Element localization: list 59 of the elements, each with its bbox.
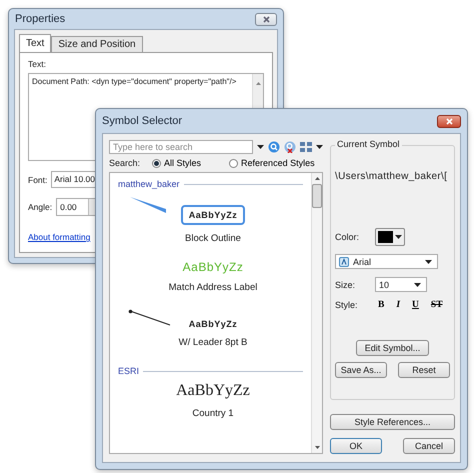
save-as-button[interactable]: Save As... xyxy=(335,362,387,378)
color-label: Color: xyxy=(335,232,360,242)
dropdown-caret-icon[interactable] xyxy=(425,260,432,264)
dropdown-caret-icon[interactable] xyxy=(257,145,264,149)
clear-search-icon[interactable] xyxy=(284,141,296,153)
font-dropdown[interactable]: Arial xyxy=(335,254,438,269)
scope-radio[interactable]: Referenced Styles xyxy=(229,158,315,168)
size-label: Size: xyxy=(335,280,356,290)
style-label: Style: xyxy=(335,300,359,310)
close-button[interactable] xyxy=(437,114,461,128)
scope-radio[interactable]: All Styles xyxy=(152,158,202,168)
close-icon xyxy=(446,118,452,124)
symbol-sample: AaBbYyZz xyxy=(176,382,250,400)
symbol-name: Country 1 xyxy=(192,408,234,419)
close-icon xyxy=(262,16,270,22)
style-references-button[interactable]: Style References... xyxy=(330,414,455,430)
search-field[interactable]: Type here to search xyxy=(109,140,253,154)
text-style-button[interactable]: B xyxy=(375,300,388,310)
symbol-name: W/ Leader 8pt B xyxy=(178,337,248,348)
dropdown-caret-icon[interactable] xyxy=(316,145,323,149)
edit-symbol-button[interactable]: Edit Symbol... xyxy=(356,340,430,356)
reset-button[interactable]: Reset xyxy=(398,362,450,378)
close-button[interactable] xyxy=(255,12,277,26)
size-dropdown[interactable]: 10 xyxy=(375,277,427,292)
font-type-icon xyxy=(339,256,349,266)
symbol-name: Match Address Label xyxy=(168,282,258,293)
scroll-up-icon[interactable] xyxy=(256,82,260,85)
scroll-thumb[interactable] xyxy=(312,184,322,208)
symbol-sample: AaBbYyZz xyxy=(188,319,238,329)
scroll-down-icon[interactable] xyxy=(314,446,320,449)
symbol-name: Block Outline xyxy=(185,233,241,244)
color-picker[interactable] xyxy=(375,228,405,246)
window-title: Symbol Selector xyxy=(102,115,182,127)
tab[interactable]: Text xyxy=(19,34,52,52)
text-style-button[interactable]: ST xyxy=(428,300,446,310)
group-heading: Current Symbol xyxy=(335,139,402,149)
symbol-sample: AaBbYyZz xyxy=(182,260,244,274)
dropdown-caret-icon[interactable] xyxy=(414,282,421,286)
cancel-button[interactable]: Cancel xyxy=(403,438,455,454)
leader-line xyxy=(128,309,172,327)
ok-button[interactable]: OK xyxy=(330,438,382,454)
angle-label: Angle: xyxy=(28,202,52,212)
font-label: Font: xyxy=(28,174,48,184)
dropdown-caret-icon[interactable] xyxy=(395,235,402,239)
search-label: Search: xyxy=(109,158,140,168)
symbol-sample: AaBbYyZz xyxy=(180,205,246,225)
text-style-button[interactable]: I xyxy=(393,300,404,310)
view-grid-icon[interactable] xyxy=(300,142,312,152)
text-label: Text: xyxy=(28,59,47,69)
text-style-button[interactable]: U xyxy=(409,300,422,310)
group-header: matthew_baker xyxy=(118,179,180,189)
window-title: Properties xyxy=(15,13,66,25)
font-field[interactable]: Arial 10.00 xyxy=(51,171,98,188)
search-icon[interactable] xyxy=(268,141,280,153)
symbol-preview: \Users\matthew_baker\[ xyxy=(335,171,448,182)
tab[interactable]: Size and Position xyxy=(51,36,143,52)
scroll-up-icon[interactable] xyxy=(314,177,320,180)
group-header: ESRI xyxy=(118,366,140,376)
callout-leader xyxy=(128,195,168,215)
